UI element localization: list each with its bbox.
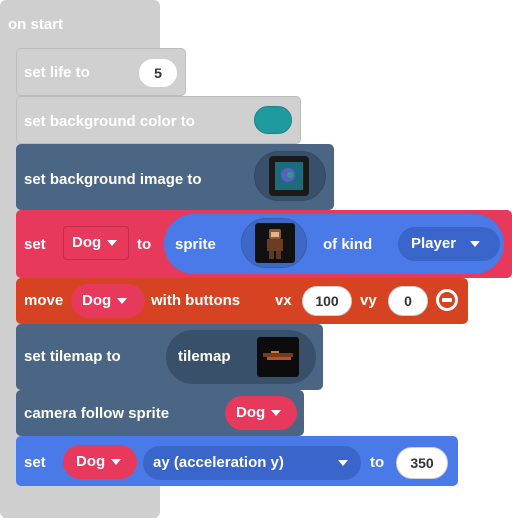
sprite-label: sprite: [175, 236, 216, 253]
set-tilemap-label: set tilemap to: [24, 348, 121, 365]
kind-name: Player: [411, 235, 457, 252]
minus-icon: [442, 298, 452, 302]
on-start-label: on start: [8, 16, 64, 33]
set-background-image-label: set background image to: [24, 171, 202, 188]
remove-parameters-button[interactable]: [436, 289, 458, 311]
set-life-label: set life to: [24, 64, 90, 81]
sprite-image-picker[interactable]: [241, 218, 307, 268]
kind-dropdown[interactable]: Player: [398, 227, 500, 261]
move-label: move: [24, 292, 64, 309]
life-value-input[interactable]: 5: [138, 58, 178, 88]
acceleration-value-input[interactable]: 350: [396, 447, 448, 479]
move-variable-dropdown[interactable]: Dog: [71, 284, 145, 318]
set-background-color-label: set background color to: [24, 113, 195, 130]
property-name: ay (acceleration y): [153, 454, 284, 471]
variable-name: Dog: [72, 234, 102, 251]
tilemap-thumbnail: [257, 337, 299, 377]
set-sprite-to-label: to: [137, 236, 152, 253]
set-acceleration-variable-dropdown[interactable]: Dog: [63, 445, 137, 479]
vx-value-input[interactable]: 100: [302, 286, 352, 316]
chevron-down-icon: [117, 298, 128, 305]
chevron-down-icon: [107, 240, 118, 247]
chevron-down-icon: [271, 410, 282, 417]
chevron-down-icon: [337, 460, 348, 467]
chevron-down-icon: [470, 241, 481, 248]
variable-name: Dog: [82, 292, 112, 309]
vy-label: vy: [360, 292, 377, 309]
background-color-swatch[interactable]: [254, 106, 292, 134]
set-sprite-set-label: set: [24, 236, 46, 253]
set-acceleration-set-label: set: [24, 454, 46, 471]
camera-follow-label: camera follow sprite: [24, 405, 170, 422]
tilemap-label: tilemap: [178, 348, 231, 365]
sprite-image-thumbnail: [255, 223, 295, 263]
variable-name: Dog: [236, 404, 266, 421]
of-kind-label: of kind: [323, 236, 373, 253]
variable-name: Dog: [76, 453, 106, 470]
background-image-thumbnail: [269, 156, 309, 196]
property-dropdown[interactable]: ay (acceleration y): [143, 446, 361, 480]
set-sprite-variable-dropdown[interactable]: Dog: [63, 226, 129, 260]
camera-variable-dropdown[interactable]: Dog: [225, 396, 297, 430]
chevron-down-icon: [111, 459, 122, 466]
set-acceleration-to-label: to: [370, 454, 385, 471]
with-buttons-label: with buttons: [151, 292, 241, 309]
vy-value-input[interactable]: 0: [388, 286, 428, 316]
background-image-picker[interactable]: [254, 151, 326, 201]
vx-label: vx: [275, 292, 292, 309]
